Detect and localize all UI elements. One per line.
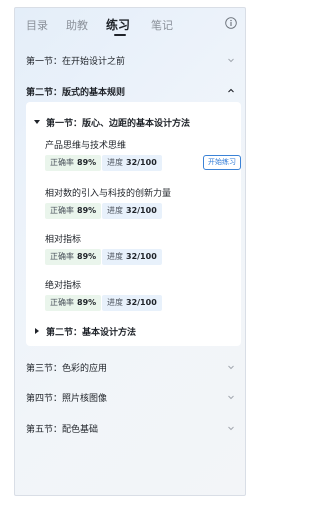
- chevron-down-icon: [228, 426, 234, 431]
- chevron-down-icon: [228, 365, 234, 370]
- chevron-down-icon: [228, 58, 234, 63]
- progress-badge: 进度 32/100: [102, 203, 162, 219]
- lesson-title: 产品思维与技术思维: [45, 141, 127, 151]
- section-content-card: 第一节：版心、边距的基本设计方法 产品思维与技术思维 正确率 89% 进度 32/1…: [26, 102, 241, 346]
- lesson-title: 相对指标: [45, 235, 82, 245]
- subsection-title: 第一节：版心、边距的基本设计方法: [46, 119, 191, 129]
- tab-bar: 目录 助教 练习 笔记: [15, 8, 245, 40]
- tab-notes[interactable]: 笔记: [151, 17, 173, 33]
- section-row-3[interactable]: 第三节：色彩的应用: [15, 355, 245, 381]
- section-row-1[interactable]: 第一节：在开始设计之前: [15, 48, 245, 74]
- chevron-up-icon: [228, 88, 234, 93]
- tab-catalog[interactable]: 目录: [26, 17, 48, 33]
- accuracy-badge: 正确率 89%: [45, 203, 102, 219]
- chevron-down-icon: [228, 395, 234, 400]
- tab-assistant[interactable]: 助教: [66, 17, 88, 33]
- lesson-item[interactable]: 产品思维与技术思维 正确率 89% 进度 32/100 开始练习: [45, 138, 241, 182]
- caret-right-icon: [35, 328, 39, 334]
- section-title: 第四节：照片核图像: [26, 394, 108, 404]
- info-icon[interactable]: [225, 17, 237, 29]
- lesson-title: 相对数的引入与科技的创新力量: [45, 189, 172, 199]
- accuracy-badge: 正确率 89%: [45, 249, 102, 265]
- lesson-item[interactable]: 相对指标 正确率 89% 进度 32/100: [45, 232, 235, 276]
- accuracy-badge: 正确率 89%: [45, 295, 102, 311]
- lesson-item[interactable]: 相对数的引入与科技的创新力量 正确率 89% 进度 32/100: [45, 186, 235, 230]
- section-row-5[interactable]: 第五节：配色基础: [15, 416, 245, 442]
- progress-badge: 进度 32/100: [102, 295, 162, 311]
- section-title: 第二节：版式的基本规则: [26, 88, 126, 98]
- caret-down-icon: [34, 120, 40, 124]
- section-title: 第五节：配色基础: [26, 425, 99, 435]
- subsection-title: 第二节：基本设计方法: [46, 328, 137, 338]
- lesson-item[interactable]: 绝对指标 正确率 89% 进度 32/100: [45, 278, 235, 322]
- tab-practice[interactable]: 练习: [106, 16, 130, 33]
- progress-badge: 进度 32/100: [102, 249, 162, 265]
- section-title: 第三节：色彩的应用: [26, 364, 108, 374]
- progress-badge: 进度 32/100: [102, 155, 162, 171]
- lesson-title: 绝对指标: [45, 281, 82, 291]
- active-tab-indicator: [114, 34, 126, 36]
- accuracy-badge: 正确率 89%: [45, 155, 102, 171]
- practice-panel: 目录 助教 练习 笔记 第一节：在开始设计之前 第二节：版式的基本规则 第一节：…: [14, 7, 246, 496]
- section-title: 第一节：在开始设计之前: [26, 57, 126, 67]
- start-practice-button[interactable]: 开始练习: [203, 155, 241, 170]
- section-row-4[interactable]: 第四节：照片核图像: [15, 385, 245, 411]
- subsection-header-1[interactable]: 第一节：版心、边距的基本设计方法: [34, 115, 234, 131]
- subsection-header-2[interactable]: 第二节：基本设计方法: [34, 324, 234, 340]
